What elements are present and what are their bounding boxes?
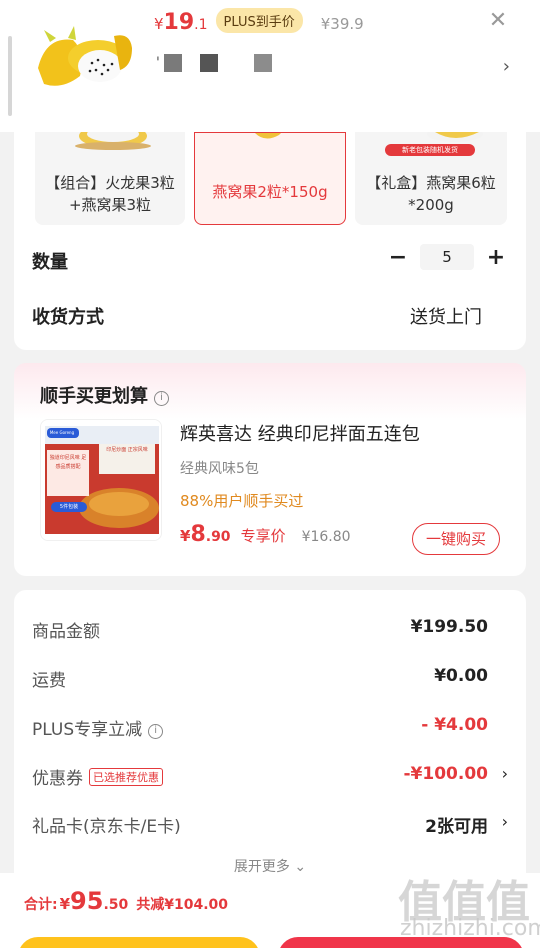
option-badge: 新老包装随机发货 xyxy=(402,146,458,154)
row-coupon[interactable]: 优惠券 已选推荐优惠 -¥100.00 › xyxy=(32,764,508,789)
addon-popularity: 88%用户顺手买过 xyxy=(180,492,304,510)
shipping-label: 收货方式 xyxy=(32,307,104,328)
spec-prefix: ' xyxy=(156,55,160,71)
package-caption: 独道印尼风味 足感品质搭配 xyxy=(49,455,87,470)
row-label-text: 优惠券 xyxy=(32,769,83,789)
plus-button[interactable]: + xyxy=(484,245,508,270)
package-brand: Mee Goreng xyxy=(49,430,75,435)
addon-price: ¥ 8 .90 专享价 ¥16.80 xyxy=(180,522,351,547)
row-label: 礼品卡(京东卡/E卡) xyxy=(32,817,181,837)
addon-original-price: ¥16.80 xyxy=(301,529,351,545)
total-label: 合计: xyxy=(24,897,58,913)
watermark-site: zhizhizhi.com xyxy=(400,916,540,941)
row-label: PLUS专享立减 i xyxy=(32,715,164,741)
spec-options-card: 【组合】火龙果3粒+燕窝果3粒 燕窝果2粒*150g 新老包装随机发货 【礼盒】… xyxy=(14,132,526,350)
minus-button[interactable]: − xyxy=(386,245,410,270)
quantity-stepper: − 5 + xyxy=(386,244,508,270)
product-image xyxy=(28,8,137,117)
row-value: 2张可用 xyxy=(425,817,488,837)
row-gift-card[interactable]: 礼品卡(京东卡/E卡) 2张可用 › xyxy=(32,812,508,837)
row-value: - ¥4.00 xyxy=(421,715,488,735)
row-value: ¥199.50 xyxy=(410,617,488,637)
row-label: 优惠券 已选推荐优惠 xyxy=(32,764,163,789)
addon-product-image[interactable]: Mee Goreng 印尼炒面 正宗风味 独道印尼风味 足感品质搭配 5件包装 xyxy=(40,419,162,541)
add-to-cart-button[interactable] xyxy=(18,937,260,948)
redacted-text xyxy=(163,54,182,72)
option-gift-box[interactable]: 新老包装随机发货 【礼盒】燕窝果6粒*200g xyxy=(355,132,507,225)
addon-card: 顺手买更划算 i Mee Goreng 印尼炒面 正宗风味 独道印尼风味 足感品质… xyxy=(14,363,526,576)
option-image xyxy=(35,132,185,166)
option-label: 【组合】火龙果3粒+燕窝果3粒 xyxy=(45,174,175,214)
addon-product-spec: 经典风味5包 xyxy=(180,461,259,477)
price-summary-card: 商品金额 ¥199.50 运费 ¥0.00 PLUS专享立减 i - ¥4.00 … xyxy=(14,590,526,890)
exclusive-price-label: 专享价 xyxy=(240,527,286,545)
plus-price-badge: PLUS到手价 xyxy=(215,8,303,33)
order-page: ¥ 19 .1 PLUS到手价 ¥39.9 ✕ ' › 【组合】火龙果3粒+燕窝 xyxy=(0,0,540,948)
price-integer: 8 xyxy=(190,522,206,547)
row-label: 商品金额 xyxy=(32,622,100,642)
package-caption: 印尼炒面 正宗风味 xyxy=(106,447,148,453)
option-image: 新老包装随机发货 xyxy=(355,132,507,166)
option-label: 【礼盒】燕窝果6粒*200g xyxy=(366,174,496,214)
close-icon[interactable]: ✕ xyxy=(488,8,508,33)
product-header: ¥ 19 .1 PLUS到手价 ¥39.9 ✕ ' › xyxy=(0,0,540,132)
addon-title: 顺手买更划算 i xyxy=(40,382,169,408)
addon-title-text: 顺手买更划算 xyxy=(40,386,148,407)
price-decimal: .50 xyxy=(103,897,129,913)
total-price: 合计: ¥ 95 .50 共减¥104.00 xyxy=(24,887,228,915)
coupon-tag: 已选推荐优惠 xyxy=(89,768,163,786)
row-label-text: PLUS专享立减 xyxy=(32,720,143,740)
shipping-method[interactable]: 送货上门 xyxy=(410,303,482,329)
price-symbol: ¥ xyxy=(154,15,164,33)
info-icon[interactable]: i xyxy=(154,391,169,406)
price-decimal: .90 xyxy=(205,529,231,545)
price-integer: 19 xyxy=(163,10,195,35)
option-image xyxy=(195,133,345,165)
original-price: ¥39.9 xyxy=(320,15,364,33)
product-price: ¥ 19 .1 PLUS到手价 ¥39.9 xyxy=(154,8,364,38)
watermark: 值值值 zhizhizhi.com xyxy=(398,866,540,948)
chevron-right-icon[interactable]: › xyxy=(502,764,508,783)
option-selected[interactable]: 燕窝果2粒*150g xyxy=(194,132,346,225)
row-value: -¥100.00 xyxy=(403,764,489,784)
price-symbol: ¥ xyxy=(180,527,191,545)
quantity-label: 数量 xyxy=(32,252,68,273)
chevron-right-icon[interactable]: › xyxy=(503,56,510,77)
price-integer: 95 xyxy=(70,887,104,915)
row-goods-amount: 商品金额 ¥199.50 xyxy=(32,617,508,642)
redacted-text xyxy=(253,54,272,72)
chevron-right-icon[interactable]: › xyxy=(502,812,508,831)
quantity-input[interactable]: 5 xyxy=(420,244,474,270)
one-click-buy-button[interactable]: 一键购买 xyxy=(412,523,500,555)
option-combo[interactable]: 【组合】火龙果3粒+燕窝果3粒 xyxy=(35,132,185,225)
price-symbol: ¥ xyxy=(59,895,71,913)
addon-product-name[interactable]: 辉英喜达 经典印尼拌面五连包 xyxy=(180,420,420,446)
total-discount: 共减¥104.00 xyxy=(136,897,229,913)
scroll-indicator[interactable] xyxy=(8,36,12,116)
info-icon[interactable]: i xyxy=(148,724,164,739)
price-decimal: .1 xyxy=(194,17,208,33)
redacted-text xyxy=(199,54,218,72)
row-shipping-fee: 运费 ¥0.00 xyxy=(32,666,508,691)
selected-spec: ' xyxy=(156,54,290,72)
package-count: 5件包装 xyxy=(59,504,79,510)
row-plus-discount: PLUS专享立减 i - ¥4.00 xyxy=(32,715,508,741)
row-label: 运费 xyxy=(32,671,66,691)
option-label: 燕窝果2粒*150g xyxy=(212,183,328,201)
row-value: ¥0.00 xyxy=(434,666,488,686)
